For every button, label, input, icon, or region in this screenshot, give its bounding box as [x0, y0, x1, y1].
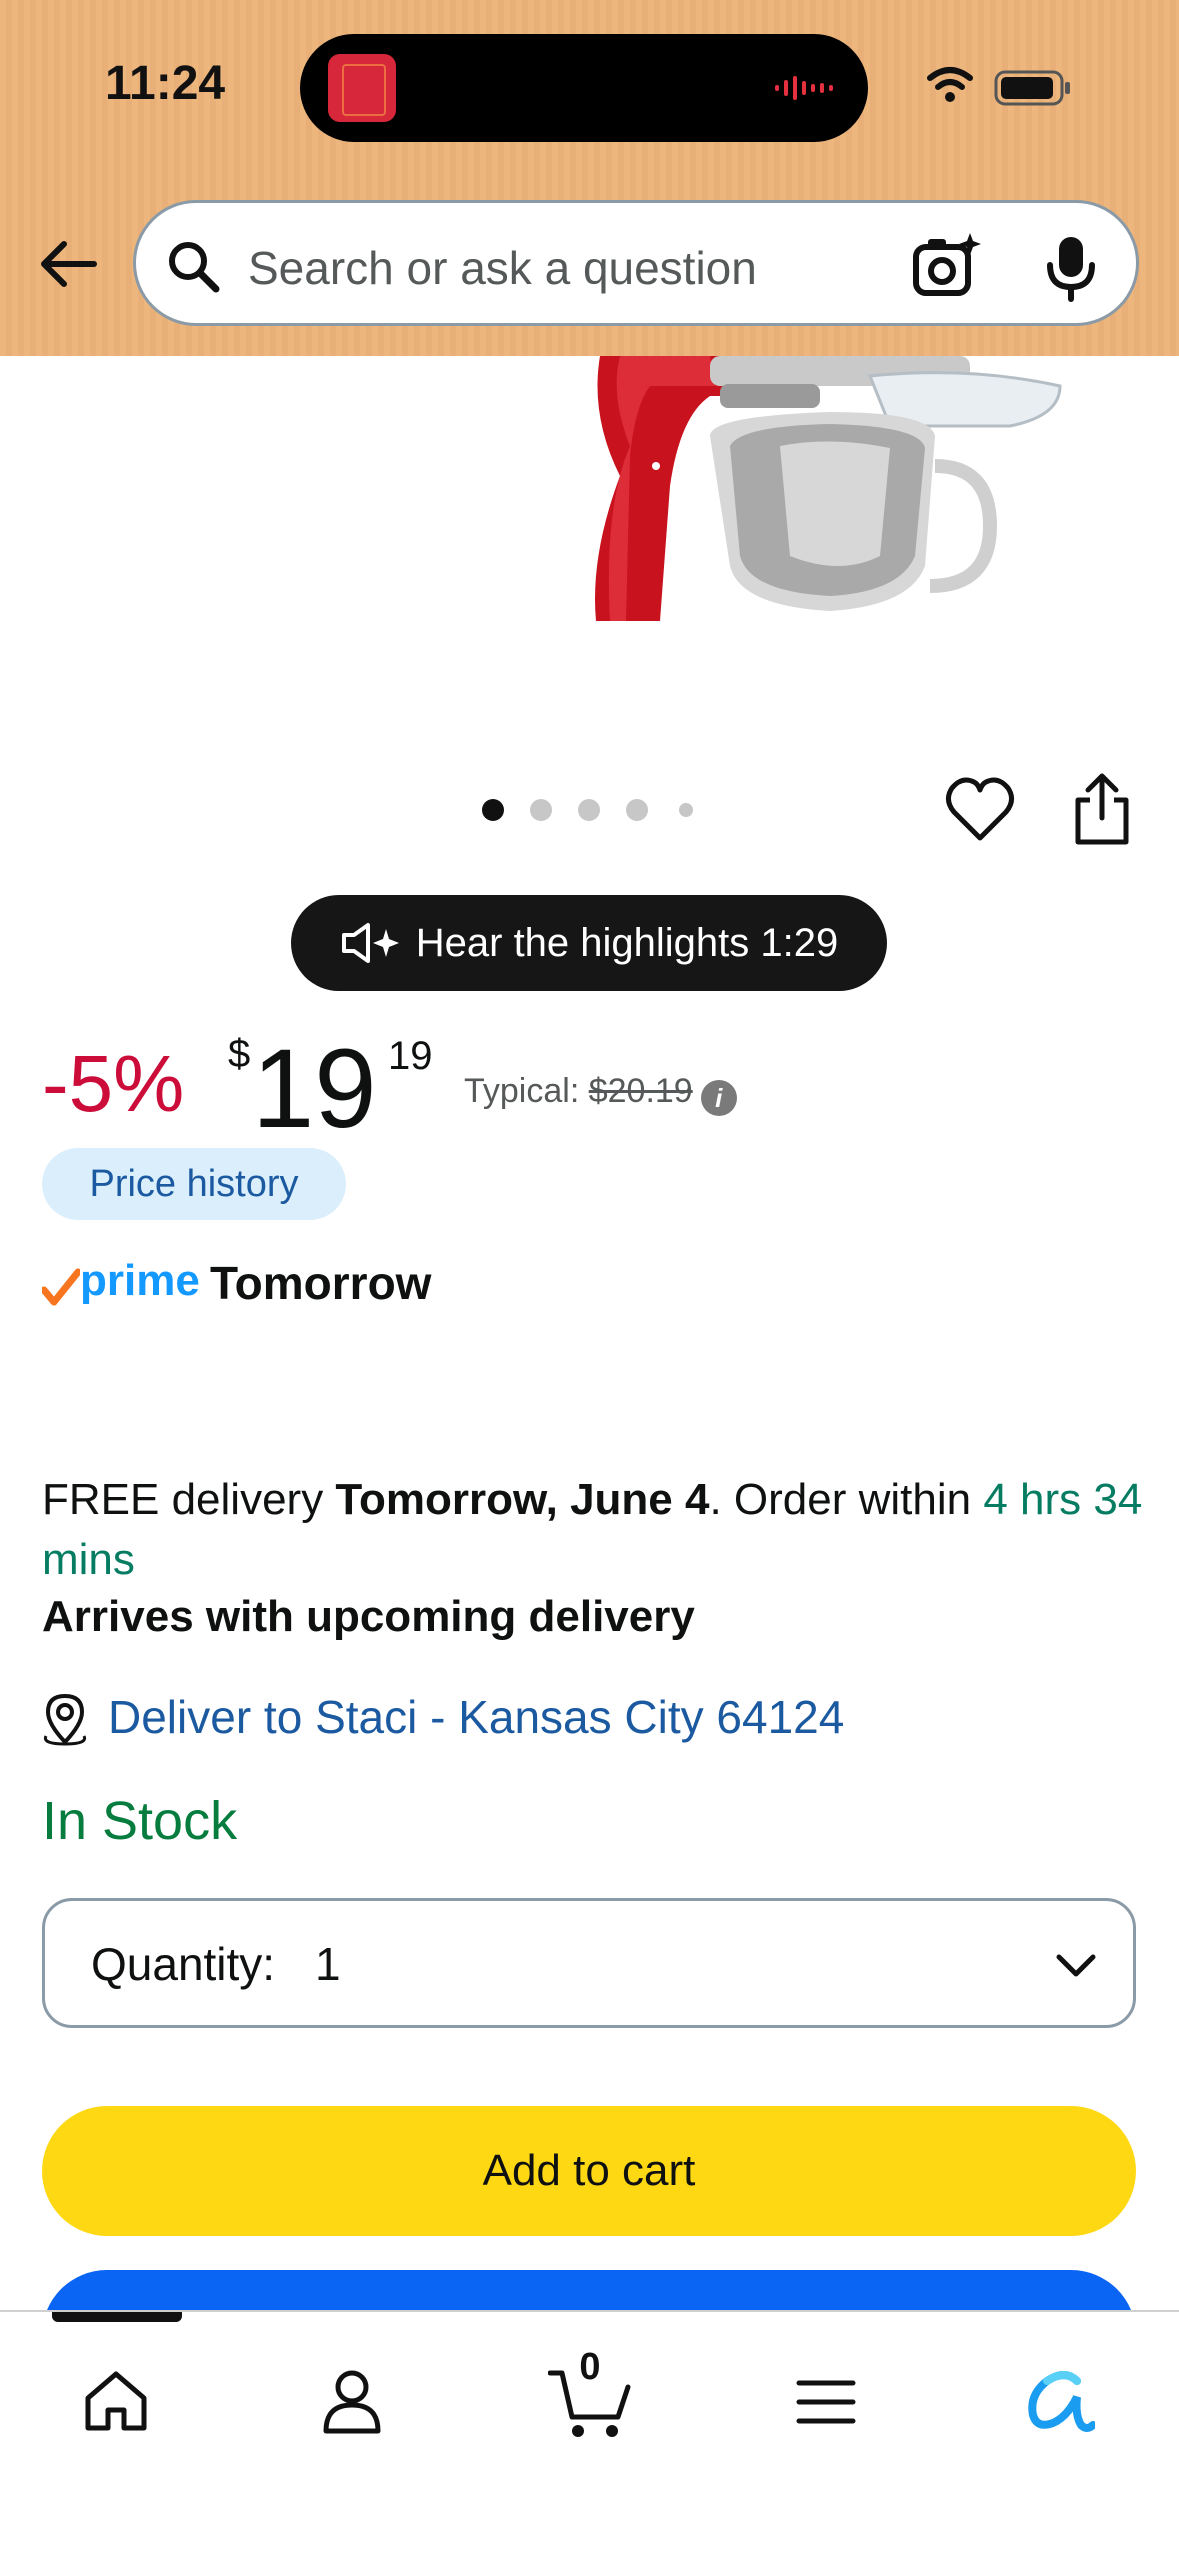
now-playing-artwork [328, 54, 396, 122]
account-icon [323, 2370, 381, 2434]
share-icon[interactable] [1070, 772, 1134, 848]
heart-icon[interactable] [944, 774, 1016, 846]
delivery-date: Tomorrow, June 4 [335, 1475, 710, 1524]
camera-search-icon[interactable] [912, 231, 982, 301]
price-fraction: 19 [388, 1034, 433, 1078]
battery-icon [994, 70, 1070, 106]
tab-menu[interactable] [776, 2352, 876, 2452]
info-icon[interactable]: i [700, 1080, 737, 1116]
menu-icon [796, 2380, 856, 2424]
carousel-dot[interactable] [530, 799, 552, 821]
back-button[interactable] [30, 226, 106, 302]
tab-account[interactable] [302, 2352, 402, 2452]
back-arrow-icon [41, 241, 97, 287]
quantity-label: Quantity: [91, 1938, 276, 1990]
carousel-dot[interactable] [578, 799, 600, 821]
hear-highlights-label: Hear the highlights 1:29 [415, 920, 839, 965]
carousel-dot[interactable] [679, 803, 693, 817]
chevron-down-icon [1056, 1954, 1096, 1977]
typical-price-value: $20.19 [588, 1072, 693, 1110]
deliver-to-text: Deliver to Staci - Kansas City 64124 [108, 1691, 845, 1743]
typical-price-label: Typical: [464, 1072, 589, 1110]
carousel-dot[interactable] [626, 799, 648, 821]
quantity-value: 1 [315, 1938, 341, 1990]
discount-percent: -5% [42, 1039, 185, 1128]
prime-delivery-speed: Tomorrow [210, 1257, 432, 1309]
delivery-message: FREE delivery Tomorrow, June 4. Order wi… [42, 1470, 1152, 1590]
status-icons [927, 67, 1070, 106]
app-header: 11:24 Search or ask a question [0, 0, 1179, 356]
price-block: -5% $ 19 19 Typical: $20.19 i [42, 1020, 1142, 1151]
cart-count: 0 [579, 2346, 601, 2388]
price-history-button[interactable]: Price history [42, 1148, 346, 1220]
add-to-cart-button[interactable]: Add to cart [42, 2106, 1136, 2236]
stock-status: In Stock [42, 1791, 238, 1851]
arrives-note: Arrives with upcoming delivery [42, 1592, 695, 1641]
delivery-order-within: . Order within [709, 1475, 984, 1524]
tab-home[interactable] [66, 2352, 166, 2452]
home-icon [85, 2371, 147, 2431]
prime-check-icon [42, 1268, 80, 1306]
tab-rufus[interactable] [1010, 2352, 1110, 2452]
speaker-sparkle-icon [341, 923, 399, 963]
search-bar[interactable]: Search or ask a question [133, 200, 1139, 326]
tab-cart[interactable]: 0 [540, 2346, 640, 2452]
price-currency: $ [228, 1032, 251, 1076]
price-whole: 19 [252, 1026, 377, 1151]
delivery-prefix: FREE delivery [42, 1475, 336, 1524]
search-icon [169, 242, 220, 293]
hear-highlights-button[interactable]: Hear the highlights 1:29 [291, 895, 887, 991]
prime-logo: prime [80, 1256, 200, 1305]
quantity-selector[interactable]: Quantity: 1 [42, 1898, 1136, 2028]
active-tab-indicator [52, 2312, 182, 2322]
bottom-tab-bar: 0 [0, 2310, 1179, 2556]
wifi-icon [927, 67, 973, 102]
microphone-icon[interactable] [1042, 233, 1100, 303]
deliver-to-link[interactable]: Deliver to Staci - Kansas City 64124 [42, 1690, 1142, 1750]
search-input[interactable]: Search or ask a question [248, 241, 757, 295]
carousel-dots[interactable] [478, 795, 708, 825]
prime-delivery: prime Tomorrow [42, 1256, 642, 1316]
location-pin-icon [43, 1694, 87, 1746]
typical-price: Typical: $20.19 i [464, 1072, 737, 1116]
audio-wave-icon [775, 76, 833, 100]
status-time: 11:24 [105, 57, 226, 110]
rufus-icon [1028, 2371, 1095, 2432]
product-image[interactable] [590, 356, 1070, 621]
carousel-dot[interactable] [482, 799, 504, 821]
